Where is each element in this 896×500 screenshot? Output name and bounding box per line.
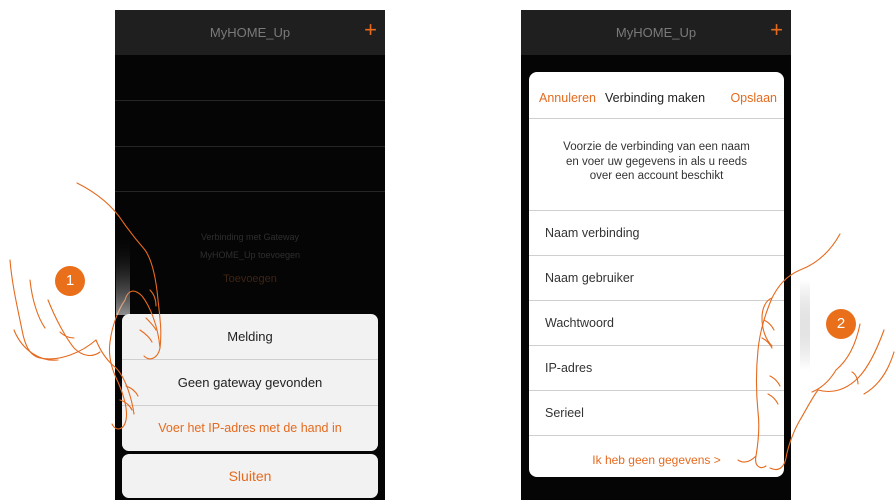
serial-field[interactable]: Serieel	[529, 390, 784, 435]
app-title: MyHOME_Up	[615, 25, 697, 40]
no-data-link[interactable]: Ik heb geen gegevens >	[529, 453, 784, 467]
phone-screen-gateway-search: MyHOME_Up + Verbinding met Gateway MyHOM…	[115, 10, 385, 500]
close-button[interactable]: Sluiten	[122, 454, 378, 498]
plus-icon[interactable]: +	[364, 19, 377, 41]
add-link[interactable]: Toevoegen	[115, 273, 385, 285]
empty-state-text-line2: MyHOME_Up toevoegen	[199, 250, 301, 260]
intro-line: en voer uw gegevens in als u reeds	[566, 155, 747, 168]
ip-address-label: IP-adres	[545, 361, 593, 375]
app-header: MyHOME_Up +	[521, 10, 791, 55]
intro-line: Voorzie de verbinding van een naam	[563, 141, 750, 153]
cancel-button[interactable]: Annuleren	[539, 91, 596, 105]
user-name-label: Naam gebruiker	[545, 271, 634, 285]
app-title: MyHOME_Up	[209, 25, 291, 40]
alert-title: Melding	[122, 314, 378, 360]
alert-message: Geen gateway gevonden	[122, 360, 378, 406]
password-label: Wachtwoord	[545, 316, 615, 330]
connection-form: Annuleren Verbinding maken Opslaan Voorz…	[529, 72, 784, 477]
step-badge-2: 2	[826, 309, 856, 339]
phone-screen-create-connection: MyHOME_Up + Annuleren Verbinding maken O…	[521, 10, 791, 500]
step-badge-1: 1	[55, 266, 85, 296]
form-intro: Voorzie de verbinding van een naam en vo…	[549, 140, 764, 184]
serial-label: Serieel	[545, 406, 584, 420]
divider	[529, 435, 784, 436]
ip-address-field[interactable]: IP-adres	[529, 345, 784, 390]
form-title: Verbinding maken	[605, 91, 706, 105]
connection-name-label: Naam verbinding	[545, 226, 640, 240]
connection-name-field[interactable]: Naam verbinding	[529, 210, 784, 255]
hand-shadow	[800, 280, 810, 370]
save-button[interactable]: Opslaan	[730, 91, 777, 105]
password-field[interactable]: Wachtwoord	[529, 300, 784, 345]
app-header: MyHOME_Up +	[115, 10, 385, 55]
divider	[115, 100, 385, 101]
empty-state-text-line1: Verbinding met Gateway	[200, 232, 300, 242]
divider	[115, 146, 385, 147]
form-header: Annuleren Verbinding maken Opslaan	[529, 72, 784, 119]
intro-line: over een account beschikt	[589, 170, 724, 182]
user-name-field[interactable]: Naam gebruiker	[529, 255, 784, 300]
divider	[115, 191, 385, 192]
manual-ip-button[interactable]: Voer het IP-adres met de hand in	[122, 406, 378, 451]
alert-sheet: Melding Geen gateway gevonden Voer het I…	[122, 314, 378, 451]
plus-icon[interactable]: +	[770, 19, 783, 41]
